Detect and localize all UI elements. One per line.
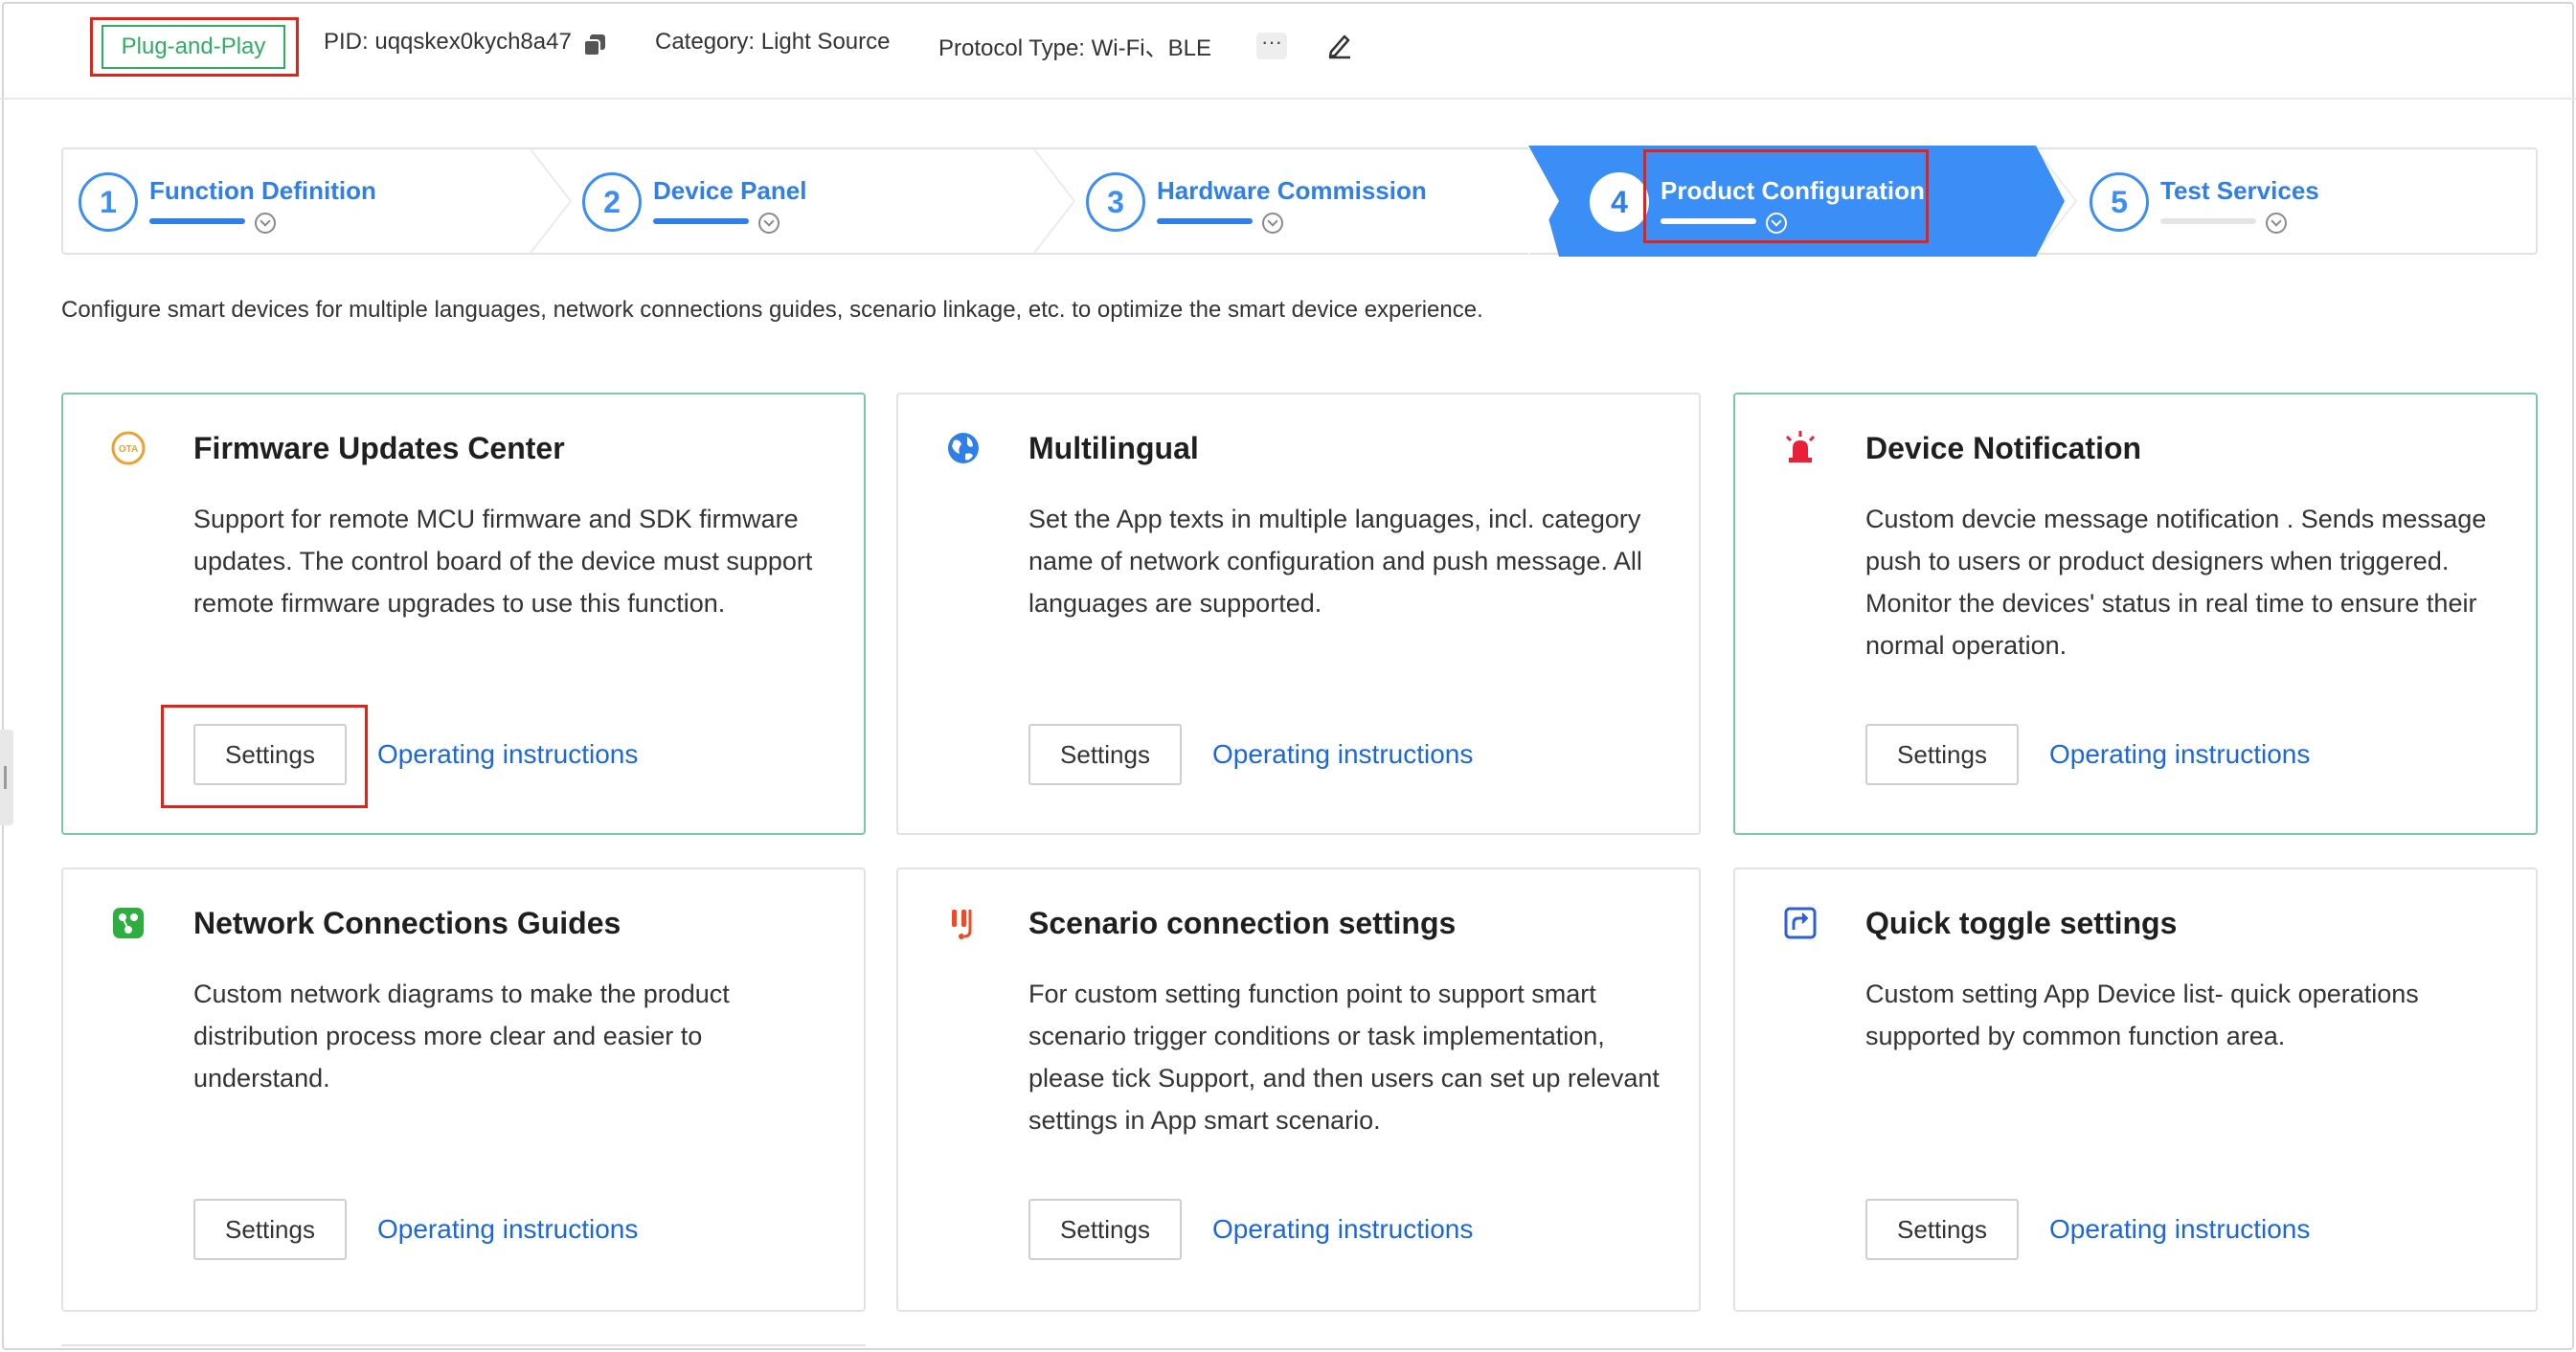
step-test-services[interactable]: 5 Test Services xyxy=(2076,147,2536,251)
product-header: Plug-and-Play PID: uqqskex0kych8a47 Cate… xyxy=(0,0,2576,100)
scenario-icon xyxy=(952,910,972,939)
step-label: Device Panel xyxy=(653,176,807,205)
step-progress-bar xyxy=(149,218,245,224)
settings-button[interactable]: Settings xyxy=(1028,1199,1182,1260)
step-label: Function Definition xyxy=(149,176,376,205)
operating-instructions-link[interactable]: Operating instructions xyxy=(377,739,638,770)
chevron-down-icon[interactable] xyxy=(2266,213,2287,234)
protocol-type: Protocol Type: Wi-Fi、BLE xyxy=(938,35,1211,61)
ota-icon: OTA xyxy=(111,431,146,465)
card-multilingual: Multilingual Set the App texts in multip… xyxy=(896,393,1701,835)
page-description: Configure smart devices for multiple lan… xyxy=(61,297,1483,323)
chevron-down-icon[interactable] xyxy=(255,213,276,234)
step-number: 2 xyxy=(582,172,642,232)
card-description: Set the App texts in multiple languages,… xyxy=(1028,505,1642,618)
card-title: Multilingual xyxy=(1028,431,1199,465)
settings-button[interactable]: Settings xyxy=(1028,724,1182,785)
step-progress-bar xyxy=(2160,218,2256,224)
step-hardware-commission[interactable]: 3 Hardware Commission xyxy=(1069,147,1538,251)
card-scenario-connection: Scenario connection settings For custom … xyxy=(896,868,1701,1312)
card-description: Support for remote MCU firmware and SDK … xyxy=(193,505,813,618)
card-description: Custom setting App Device list- quick op… xyxy=(1865,980,2419,1050)
product-id: PID: uqqskex0kych8a47 xyxy=(324,29,572,55)
card-description: Custom devcie message notification . Sen… xyxy=(1865,505,2487,660)
step-number: 3 xyxy=(1086,172,1145,232)
operating-instructions-link[interactable]: Operating instructions xyxy=(2049,739,2310,770)
side-panel-handle[interactable] xyxy=(0,730,13,825)
card-network-guides: Network Connections Guides Custom networ… xyxy=(61,868,866,1312)
highlight-box xyxy=(161,705,368,808)
card-title: Scenario connection settings xyxy=(1028,906,1457,940)
operating-instructions-link[interactable]: Operating instructions xyxy=(1212,739,1473,770)
edit-pencil-icon[interactable] xyxy=(1325,31,1354,59)
card-title: Network Connections Guides xyxy=(193,906,621,940)
step-device-panel[interactable]: 2 Device Panel xyxy=(565,147,1034,251)
shortcut-icon xyxy=(1784,907,1817,939)
settings-button[interactable]: Settings xyxy=(193,1199,347,1260)
step-function-definition[interactable]: 1 Function Definition xyxy=(61,147,531,251)
settings-button[interactable]: Settings xyxy=(1865,724,2019,785)
operating-instructions-link[interactable]: Operating instructions xyxy=(377,1214,638,1245)
card-description: For custom setting function point to sup… xyxy=(1028,980,1660,1135)
operating-instructions-link[interactable]: Operating instructions xyxy=(2049,1214,2310,1245)
step-number: 1 xyxy=(79,172,138,232)
globe-icon xyxy=(948,433,979,463)
card-device-notification: Device Notification Custom devcie messag… xyxy=(1733,393,2538,835)
card-description: Custom network diagrams to make the prod… xyxy=(193,980,730,1093)
product-category: Category: Light Source xyxy=(655,29,891,55)
card-title: Quick toggle settings xyxy=(1865,906,2178,940)
svg-text:OTA: OTA xyxy=(119,444,138,455)
highlight-box xyxy=(1643,149,1929,243)
more-button[interactable]: ··· xyxy=(1256,32,1287,59)
chevron-down-icon[interactable] xyxy=(1262,213,1283,234)
step-label: Test Services xyxy=(2160,176,2319,205)
network-guide-icon xyxy=(113,908,144,938)
operating-instructions-link[interactable]: Operating instructions xyxy=(1212,1214,1473,1245)
card-title: Firmware Updates Center xyxy=(193,431,565,465)
copy-icon[interactable] xyxy=(582,33,607,57)
plug-and-play-badge[interactable]: Plug-and-Play xyxy=(102,25,285,69)
card-title: Device Notification xyxy=(1865,431,2142,465)
settings-button[interactable]: Settings xyxy=(1865,1199,2019,1260)
step-number: 4 xyxy=(1590,172,1649,232)
step-progress-bar xyxy=(653,218,749,224)
alarm-light-icon xyxy=(1785,431,1816,462)
card-quick-toggle: Quick toggle settings Custom setting App… xyxy=(1733,868,2538,1312)
chevron-down-icon[interactable] xyxy=(758,213,780,234)
step-label: Hardware Commission xyxy=(1157,176,1427,205)
step-number: 5 xyxy=(2090,172,2149,232)
next-card-edge xyxy=(61,1344,866,1352)
step-progress-bar xyxy=(1157,218,1253,224)
